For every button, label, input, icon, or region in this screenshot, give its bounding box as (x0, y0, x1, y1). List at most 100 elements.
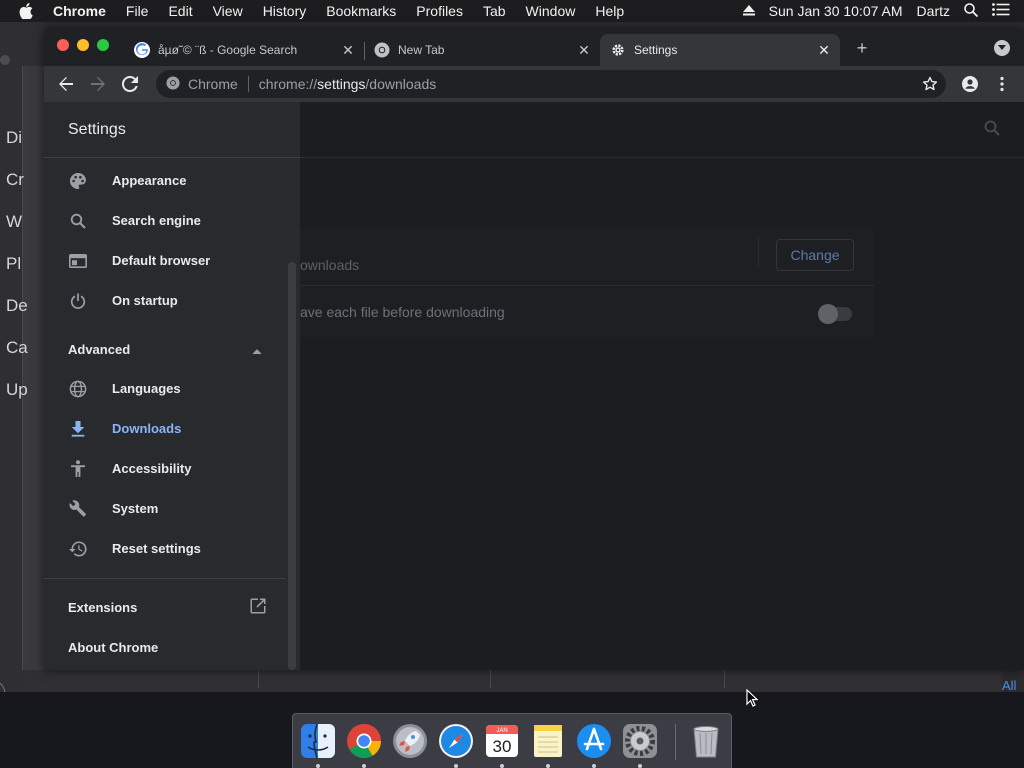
running-indicator (500, 764, 504, 768)
tab-new-tab[interactable]: New Tab ✕ (364, 34, 600, 66)
menu-app-name[interactable]: Chrome (53, 3, 106, 19)
change-location-button[interactable]: Change (776, 239, 854, 271)
menu-profiles[interactable]: Profiles (416, 3, 463, 19)
running-indicator (592, 764, 596, 768)
menu-file[interactable]: File (126, 3, 149, 19)
more-menu-icon[interactable] (992, 74, 1012, 94)
dock-separator (675, 724, 676, 760)
omnibox-separator (247, 76, 249, 92)
close-window-button[interactable] (57, 39, 69, 51)
background-link[interactable]: All (1002, 678, 1016, 693)
background-text: De (6, 296, 28, 315)
sidebar-item-label: Search engine (112, 213, 201, 228)
sidebar-item-default-browser[interactable]: Default browser (44, 241, 286, 281)
safari-icon[interactable] (437, 722, 475, 760)
menu-user[interactable]: Dartz (917, 3, 950, 19)
close-tab-icon[interactable]: ✕ (816, 42, 832, 58)
ask-before-download-toggle[interactable] (818, 304, 852, 324)
power-icon (68, 291, 88, 311)
sidebar-item-system[interactable]: System (44, 489, 286, 529)
row-separator (758, 238, 759, 268)
sidebar-item-reset-settings[interactable]: Reset settings (44, 529, 286, 569)
eject-icon[interactable] (742, 3, 755, 19)
download-icon (68, 419, 88, 439)
accessibility-icon (68, 459, 88, 479)
sidebar-item-label: Default browser (112, 253, 211, 268)
new-tab-button[interactable]: + (852, 38, 872, 58)
tab-google-search[interactable]: åµø˜© ¨ß - Google Search ✕ (124, 34, 364, 66)
google-g-icon (134, 42, 150, 58)
menu-tab[interactable]: Tab (483, 3, 506, 19)
sidebar-item-label: Accessibility (112, 461, 192, 476)
tab-title: New Tab (398, 43, 445, 57)
maximize-window-button[interactable] (97, 39, 109, 51)
minimize-window-button[interactable] (77, 39, 89, 51)
notes-icon[interactable] (529, 722, 567, 760)
divider (490, 670, 491, 688)
sidebar-item-appearance[interactable]: Appearance (44, 161, 286, 201)
back-button-icon[interactable] (56, 74, 76, 94)
finder-icon[interactable] (299, 722, 337, 760)
background-window-bottom (22, 670, 1002, 692)
forward-button-icon[interactable] (88, 74, 108, 94)
chrome-window: åµø˜© ¨ß - Google Search ✕ New Tab ✕ Set… (44, 30, 1024, 670)
trash-icon[interactable] (687, 722, 725, 760)
sidebar-item-downloads[interactable]: Downloads (44, 409, 286, 449)
spotlight-icon[interactable] (964, 2, 979, 20)
close-tab-icon[interactable]: ✕ (340, 42, 356, 58)
menu-history[interactable]: History (263, 3, 307, 19)
sidebar-item-extensions[interactable]: Extensions (68, 600, 137, 615)
drawer-title: Settings (68, 121, 126, 138)
toolbar: Chrome chrome://settings/downloads (44, 66, 1024, 102)
menu-edit[interactable]: Edit (168, 3, 192, 19)
sidebar-item-about-chrome[interactable]: About Chrome (68, 640, 158, 655)
chevron-up-icon (252, 343, 262, 358)
open-in-new-icon[interactable] (250, 598, 266, 619)
app-store-icon[interactable] (575, 722, 613, 760)
search-settings-icon[interactable] (984, 120, 1000, 141)
background-text: W (6, 212, 23, 231)
menu-clock[interactable]: Sun Jan 30 10:07 AM (769, 3, 903, 19)
menu-help[interactable]: Help (595, 3, 624, 19)
running-indicator (638, 764, 642, 768)
menu-bookmarks[interactable]: Bookmarks (326, 3, 396, 19)
background-text: Pl (6, 254, 22, 273)
running-indicator (454, 764, 458, 768)
menu-view[interactable]: View (213, 3, 243, 19)
running-indicator (316, 764, 320, 768)
launchpad-icon[interactable] (391, 722, 429, 760)
close-tab-icon[interactable]: ✕ (576, 42, 592, 58)
sidebar-item-accessibility[interactable]: Accessibility (44, 449, 286, 489)
window-control (0, 55, 10, 65)
settings-page: ownloads Change ave each file before dow… (44, 102, 1024, 670)
settings-header (300, 102, 1024, 158)
divider (258, 670, 259, 688)
system-preferences-icon[interactable] (621, 722, 659, 760)
calendar-icon[interactable]: JAN 30 (483, 722, 521, 760)
address-bar[interactable]: Chrome chrome://settings/downloads (156, 70, 946, 98)
globe-icon (68, 379, 88, 399)
bookmark-star-icon[interactable] (920, 74, 940, 94)
chrome-icon (166, 75, 180, 93)
tab-title: åµø˜© ¨ß - Google Search (158, 43, 298, 57)
menu-window[interactable]: Window (526, 3, 576, 19)
tab-search-icon[interactable] (994, 40, 1010, 56)
running-indicator (362, 764, 366, 768)
background-window: Di Cr W Pl De Ca Up (0, 22, 44, 714)
sidebar-item-label: Downloads (112, 421, 182, 436)
dock: JAN 30 (292, 713, 732, 768)
apple-menu-icon[interactable] (19, 3, 37, 19)
profile-avatar-icon[interactable] (960, 74, 980, 94)
sidebar-item-on-startup[interactable]: On startup (44, 281, 286, 321)
sidebar-item-label: Languages (112, 381, 181, 396)
site-info-chip[interactable]: Chrome (166, 75, 238, 93)
ask-before-download-row: ave each file before downloading (300, 286, 874, 338)
tab-settings[interactable]: Settings ✕ (600, 34, 840, 66)
chrome-icon[interactable] (345, 722, 383, 760)
sidebar-item-search-engine[interactable]: Search engine (44, 201, 286, 241)
advanced-section-toggle[interactable]: Advanced (44, 329, 286, 369)
reload-icon[interactable] (120, 74, 140, 94)
sidebar-item-languages[interactable]: Languages (44, 369, 286, 409)
drawer-scrollbar[interactable] (288, 262, 296, 670)
notification-center-icon[interactable] (992, 3, 1010, 19)
